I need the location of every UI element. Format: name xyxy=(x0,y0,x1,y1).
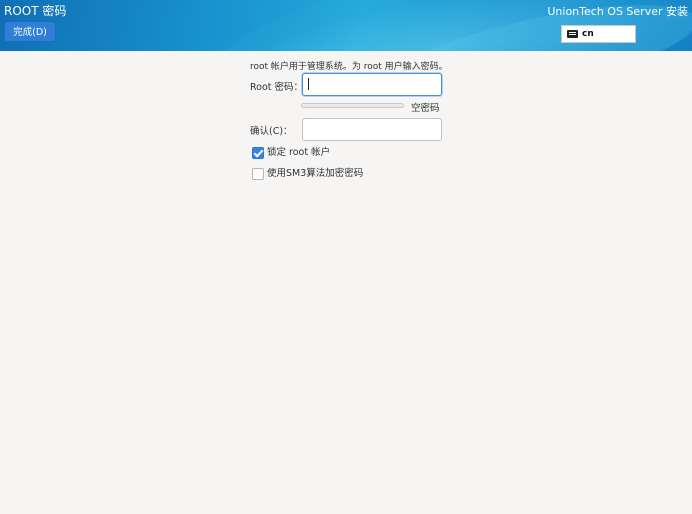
done-button[interactable]: 完成(D) xyxy=(4,21,56,42)
root-password-input[interactable] xyxy=(302,73,442,96)
lock-root-checkbox[interactable] xyxy=(252,147,264,159)
confirm-password-input[interactable] xyxy=(302,118,442,141)
keyboard-icon xyxy=(567,30,578,38)
root-password-label: Root 密码： xyxy=(250,82,304,93)
text-cursor xyxy=(308,78,309,90)
sm3-encryption-checkbox[interactable] xyxy=(252,168,264,180)
lock-root-label[interactable]: 锁定 root 帐户 xyxy=(267,147,330,159)
password-strength-label: 空密码 xyxy=(411,103,440,114)
confirm-password-label: 确认(C)： xyxy=(250,126,293,137)
sm3-encryption-label[interactable]: 使用SM3算法加密密码 xyxy=(267,168,363,180)
page-title: ROOT 密码 xyxy=(4,4,67,18)
password-strength-bar xyxy=(301,103,404,108)
top-bar: ROOT 密码 完成(D) UnionTech OS Server 安装 cn xyxy=(0,0,692,51)
keyboard-layout-code: cn xyxy=(582,29,594,39)
instructions-text: root 帐户用于管理系统。为 root 用户输入密码。 xyxy=(250,62,448,72)
keyboard-layout-indicator[interactable]: cn xyxy=(561,25,636,43)
product-name: UnionTech OS Server 安装 xyxy=(547,5,688,18)
